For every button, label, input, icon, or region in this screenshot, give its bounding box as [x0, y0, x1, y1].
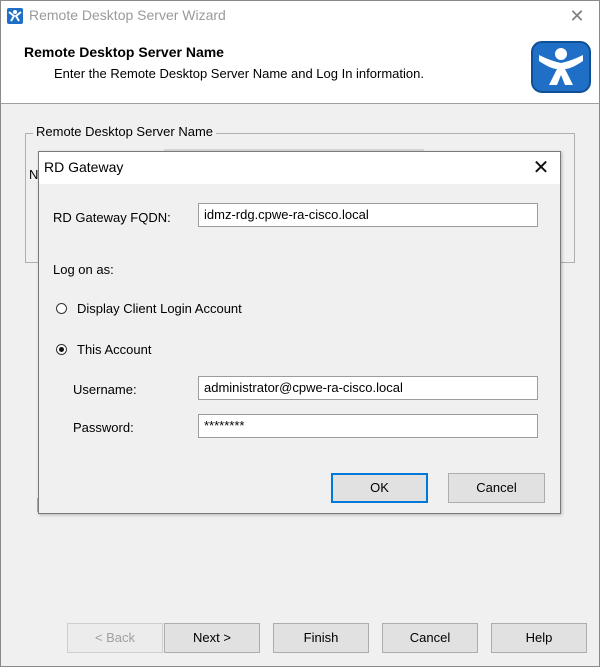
background-partial-label: N: [29, 167, 39, 182]
password-input[interactable]: ********: [198, 414, 538, 438]
dialog-titlebar: RD Gateway ✕: [39, 152, 560, 184]
radio-display-client-login[interactable]: Display Client Login Account: [56, 301, 242, 316]
dialog-close-button[interactable]: ✕: [528, 155, 554, 181]
radio-this-account[interactable]: This Account: [56, 342, 151, 357]
radio-this-account-label: This Account: [77, 342, 152, 357]
window-close-button[interactable]: ✕: [563, 3, 591, 29]
radio-display-client-login-label: Display Client Login Account: [77, 301, 242, 316]
username-label: Username:: [73, 382, 137, 397]
logon-as-label: Log on as:: [53, 262, 114, 277]
page-subtitle: Enter the Remote Desktop Server Name and…: [54, 66, 424, 81]
next-button[interactable]: Next >: [164, 623, 260, 653]
back-button[interactable]: < Back: [67, 623, 163, 653]
username-input[interactable]: administrator@cpwe-ra-cisco.local: [198, 376, 538, 400]
fqdn-input[interactable]: idmz-rdg.cpwe-ra-cisco.local: [198, 203, 538, 227]
password-label: Password:: [73, 420, 134, 435]
page-title: Remote Desktop Server Name: [24, 44, 224, 60]
finish-button[interactable]: Finish: [273, 623, 369, 653]
window-title: Remote Desktop Server Wizard: [29, 7, 226, 23]
wizard-titlebar: Remote Desktop Server Wizard ✕: [1, 1, 599, 31]
wizard-header: Remote Desktop Server Name Enter the Rem…: [1, 31, 599, 104]
help-button[interactable]: Help: [491, 623, 587, 653]
radio-this-account-button[interactable]: [56, 344, 67, 355]
wizard-window: Remote Desktop Server Wizard ✕ Remote De…: [0, 0, 600, 667]
thinmanager-logo-icon: [531, 41, 591, 93]
cancel-button[interactable]: Cancel: [382, 623, 478, 653]
dialog-cancel-button[interactable]: Cancel: [448, 473, 545, 503]
radio-display-client-login-button[interactable]: [56, 303, 67, 314]
rd-gateway-dialog: RD Gateway ✕ RD Gateway FQDN: idmz-rdg.c…: [38, 151, 561, 514]
thinmanager-icon: [7, 8, 23, 24]
dialog-title: RD Gateway: [44, 159, 124, 175]
ok-button[interactable]: OK: [331, 473, 428, 503]
groupbox-label: Remote Desktop Server Name: [33, 124, 217, 139]
fqdn-label: RD Gateway FQDN:: [53, 210, 171, 225]
